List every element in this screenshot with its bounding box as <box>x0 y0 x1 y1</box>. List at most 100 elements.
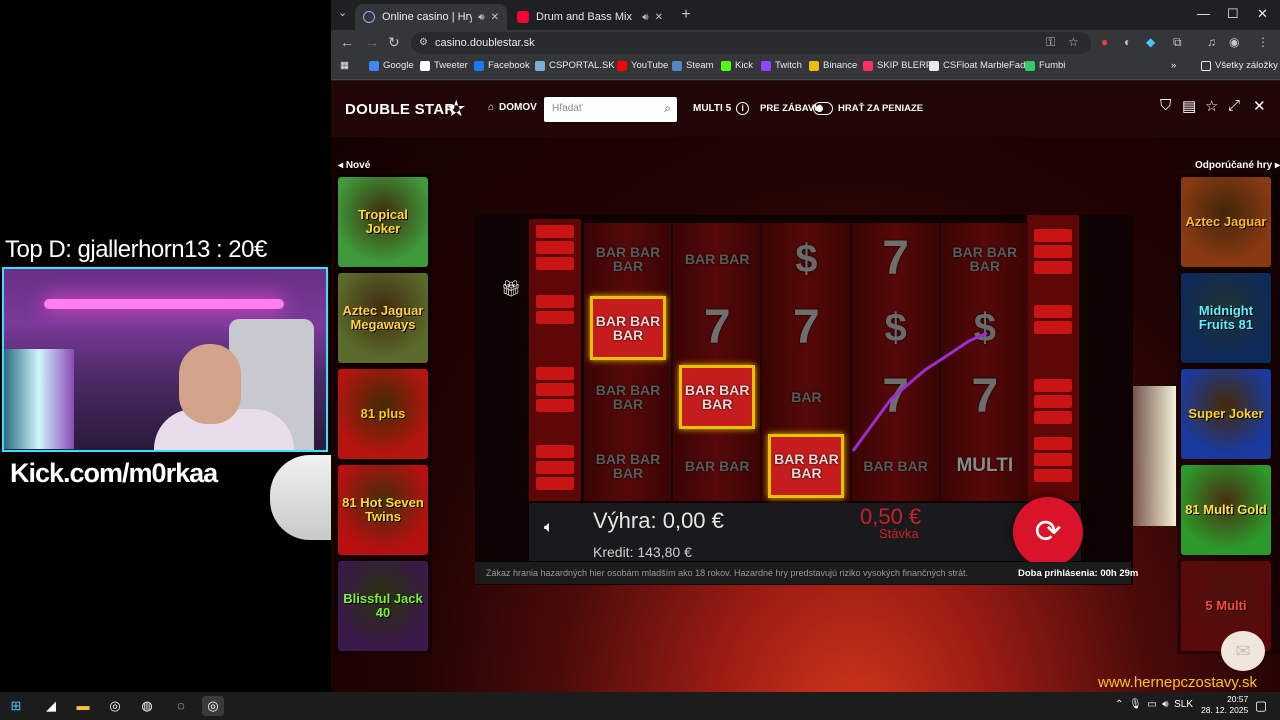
star-icon[interactable]: ☆ <box>1068 35 1079 49</box>
bookmark-item[interactable]: CSFloat MarbleFade <box>929 60 1031 71</box>
game-thumbnail[interactable]: 81 Hot Seven Twins <box>338 465 428 555</box>
browser-window: ⌄ Online casino | Hry, bonusy 🔊︎ ✕ Drum … <box>331 0 1280 692</box>
fullscreen-icon[interactable]: ⤢ <box>1228 97 1240 114</box>
bookmark-item[interactable]: Google <box>369 60 414 71</box>
spin-button[interactable]: ⟳ <box>1013 497 1083 567</box>
favorite-star-icon[interactable]: ☆ <box>1205 97 1218 115</box>
chrome-active-icon[interactable]: ◎ <box>202 696 224 716</box>
win-label: Výhra: <box>593 508 657 533</box>
home-link[interactable]: ⌂ DOMOV <box>488 102 537 113</box>
multi-5-link[interactable]: MULTI 5 i <box>693 102 750 115</box>
speaker-icon[interactable]: 🔊︎ <box>642 12 648 23</box>
site-header: DOUBLE STAR ✫ ⌂ DOMOV Hľadať ⌕ MULTI 5 i PR… <box>331 81 1280 137</box>
maximize-button[interactable]: ☐ <box>1227 6 1239 22</box>
close-window-button[interactable]: ✕ <box>1257 6 1268 22</box>
reel-symbol: BAR BAR BAR <box>947 227 1023 291</box>
new-tab-button[interactable]: + <box>677 6 695 24</box>
gift-icon[interactable]: 🎁︎ <box>501 279 521 299</box>
mail-icon[interactable]: ✉ <box>1221 631 1265 671</box>
apps-grid-icon[interactable]: ▦ <box>340 60 349 71</box>
file-explorer-icon[interactable]: ▬ <box>72 696 94 716</box>
chevron-up-icon[interactable]: ⌃ <box>1115 699 1123 710</box>
recommended-header[interactable]: Odporúčané hry ▸ <box>1195 160 1280 171</box>
bookmark-item[interactable]: Binance <box>809 60 857 71</box>
all-bookmarks-button[interactable]: Všetky záložky <box>1201 60 1278 71</box>
game-thumbnail[interactable]: 81 plus <box>338 369 428 459</box>
reel-symbol: BAR BAR BAR <box>590 227 666 291</box>
key-icon[interactable]: ⚿ <box>1046 35 1055 50</box>
bookmark-favicon-icon <box>535 60 545 71</box>
new-games-header[interactable]: ◂ Nové <box>338 160 370 171</box>
shield-icon[interactable]: ⛉ <box>1160 97 1171 114</box>
bookmark-item[interactable]: Tweeter <box>420 60 468 71</box>
minimize-button[interactable]: — <box>1197 6 1210 21</box>
reload-button[interactable]: ↻ <box>388 34 400 51</box>
extension-icon[interactable]: ● <box>1101 35 1108 49</box>
site-logo[interactable]: DOUBLE STAR <box>345 101 456 118</box>
notification-icon[interactable]: ▢ <box>1250 696 1272 716</box>
game-thumbnail[interactable]: Super Joker <box>1181 369 1271 459</box>
tab-youtube[interactable]: Drum and Bass Mix | Week 🔊︎ ✕ <box>509 4 671 30</box>
reel-symbol: 7 <box>947 365 1023 429</box>
bookmark-item[interactable]: Fumbi <box>1025 60 1065 71</box>
bookmark-label: YouTube <box>631 60 669 71</box>
bookmark-item[interactable]: SKIP BLERP <box>863 60 932 71</box>
bookmark-favicon-icon <box>420 60 430 71</box>
game-thumbnail[interactable]: 81 Multi Gold <box>1181 465 1271 555</box>
windows-start-icon[interactable]: ⊞ <box>5 696 27 716</box>
search-icon[interactable]: ⌕ <box>664 101 671 116</box>
app-icon[interactable]: ◢ <box>40 696 62 716</box>
extension-icon[interactable]: ◐ <box>1124 35 1131 49</box>
tab-casino[interactable]: Online casino | Hry, bonusy 🔊︎ ✕ <box>355 4 507 30</box>
speaker-icon[interactable]: 🔊︎ <box>478 12 484 23</box>
extensions-puzzle-icon[interactable]: ⧉ <box>1173 35 1182 50</box>
reel-symbol: BAR BAR BAR <box>590 365 666 429</box>
game-thumbnail[interactable]: Blissful Jack 40 <box>338 561 428 651</box>
bookmark-item[interactable]: Facebook <box>474 60 530 71</box>
bookmark-item[interactable]: CSPORTAL.SK :) <box>535 60 623 71</box>
money-mode-toggle[interactable] <box>813 102 833 115</box>
profile-avatar-icon[interactable]: ◉ <box>1229 35 1239 49</box>
media-icon[interactable]: ♫ <box>1207 35 1216 49</box>
bookmark-item[interactable]: YouTube <box>617 60 668 71</box>
game-thumbnail[interactable]: Tropical Joker <box>338 177 428 267</box>
language-indicator[interactable]: SLK <box>1174 699 1193 710</box>
network-icon[interactable]: ▭ <box>1147 699 1156 710</box>
steam-icon[interactable]: ◍ <box>136 696 158 716</box>
close-icon[interactable]: ✕ <box>655 12 663 23</box>
payline-marker <box>1034 261 1072 274</box>
close-icon[interactable]: ✕ <box>491 12 499 23</box>
chrome-icon[interactable]: ◎ <box>104 696 126 716</box>
close-game-icon[interactable]: ✕ <box>1253 97 1266 115</box>
bookmark-item[interactable]: Kick <box>721 60 753 71</box>
reel-symbol-text: BAR BAR BAR <box>595 382 661 412</box>
game-thumbnail[interactable]: Aztec Jaguar Megaways <box>338 273 428 363</box>
reel-symbol: BAR BAR BAR <box>590 434 666 498</box>
tab-search-icon[interactable]: ⌄ <box>338 6 347 19</box>
info-icon[interactable]: i <box>736 102 750 115</box>
search-input[interactable]: Hľadať ⌕ <box>544 97 677 122</box>
chevron-right-icon[interactable]: » <box>1171 60 1176 71</box>
address-bar[interactable]: ⚙ casino.doublestar.sk <box>411 32 1091 54</box>
reel-symbol: BAR BAR <box>679 434 755 498</box>
forward-button[interactable]: → <box>365 34 379 50</box>
game-thumbnail[interactable]: Aztec Jaguar <box>1181 177 1271 267</box>
new-games-list: Tropical Joker Aztec Jaguar Megaways 81 pl… <box>334 174 432 654</box>
menu-kebab-icon[interactable]: ⋮ <box>1257 35 1269 49</box>
clock[interactable]: 20:57 28. 12. 2025 <box>1201 694 1248 716</box>
system-tray: ⌃ 🎙︎ ▭ 🔊︎ SLK <box>1115 699 1193 710</box>
bookmark-item[interactable]: Steam <box>672 60 713 71</box>
sound-icon[interactable]: 🔈︎ <box>544 519 554 537</box>
site-info-icon[interactable]: ⚙ <box>419 32 428 54</box>
extension-icon[interactable]: ◆ <box>1146 35 1155 49</box>
volume-icon[interactable]: 🔊︎ <box>1162 699 1168 710</box>
bookmark-item[interactable]: Twitch <box>761 60 802 71</box>
game-thumbnail[interactable]: Midnight Fruits 81 <box>1181 273 1271 363</box>
wallet-icon[interactable]: ▤ <box>1182 97 1196 115</box>
game-thumbnail-title: Super Joker <box>1188 406 1264 421</box>
reel-symbol: BAR BAR BAR <box>768 434 845 498</box>
app-icon[interactable]: ◌ <box>170 696 192 716</box>
back-button[interactable]: ← <box>340 34 354 50</box>
mic-icon[interactable]: 🎙︎ <box>1129 699 1142 710</box>
for-money-label: HRAŤ ZA PENIAZE <box>838 103 924 114</box>
